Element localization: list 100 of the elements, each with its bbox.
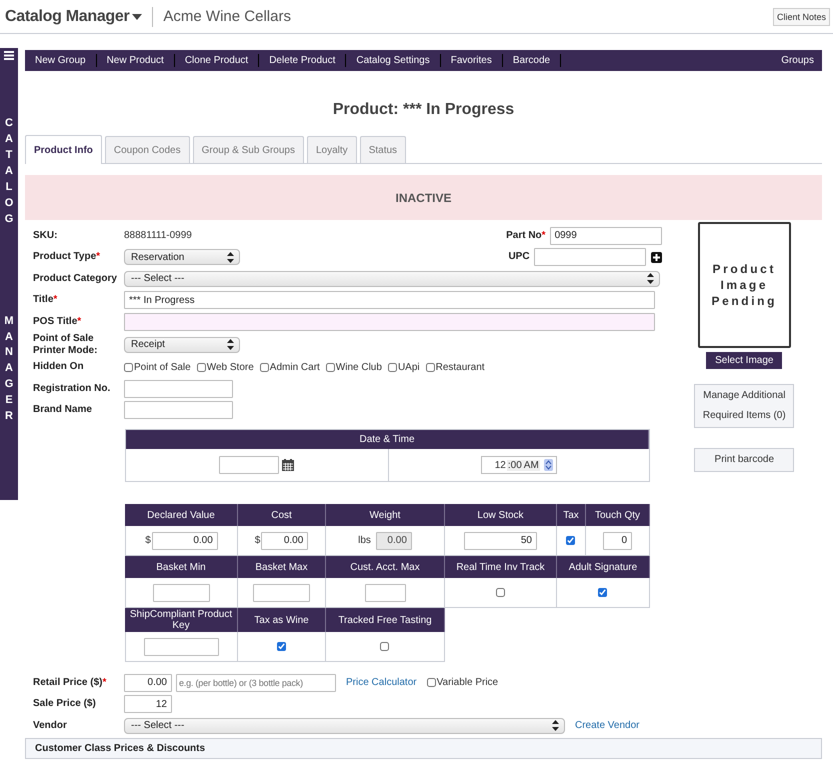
menu-icon[interactable] [4, 51, 14, 60]
checkbox[interactable] [326, 362, 335, 372]
column-header: Adult Signature [557, 556, 650, 578]
select-image-button[interactable]: Select Image [706, 352, 782, 369]
page-title: Product: *** In Progress [332, 101, 516, 119]
toolbar-item[interactable]: Barcode [502, 54, 562, 67]
column-header: Weight [326, 504, 445, 526]
toolbar-item[interactable]: Delete Product [259, 54, 346, 67]
checkbox[interactable] [566, 536, 575, 545]
updown-icon [227, 339, 234, 350]
sidebar[interactable]: CATALOG MANAGER [0, 48, 18, 500]
tab[interactable]: Product Info [25, 135, 102, 164]
toolbar-item[interactable]: New Group [31, 54, 97, 67]
input-field[interactable] [124, 401, 233, 420]
toolbar-item[interactable]: Catalog Settings [346, 54, 441, 67]
field-label: Part No* [506, 230, 546, 242]
checkbox[interactable] [598, 588, 607, 597]
calendar-icon[interactable] [282, 459, 294, 471]
field-label: POS Title* [32, 316, 82, 328]
column-header: Low Stock [445, 504, 557, 526]
input-field[interactable] [124, 380, 233, 398]
field-label: UPC [508, 251, 530, 264]
input-field[interactable]: 0999 [550, 226, 662, 245]
currency-symbol: $ [254, 535, 260, 546]
column-header: Touch Qty [586, 504, 650, 526]
sku-value: 88881111-0999 [124, 230, 192, 242]
add-icon[interactable] [650, 252, 662, 263]
table-header: Date & Time [126, 430, 649, 449]
input-field[interactable]: 0.00 [261, 532, 308, 550]
column-header: Cust. Acct. Max [326, 556, 445, 578]
input-field[interactable] [534, 248, 646, 266]
checkbox[interactable] [388, 362, 397, 372]
updown-icon [647, 273, 654, 284]
field-label: Brand Name [32, 404, 93, 416]
client-notes-button[interactable]: Client Notes [772, 8, 830, 26]
checkbox-label: Web Store [206, 362, 254, 373]
dropdown[interactable]: Receipt [124, 336, 240, 352]
column-header: Tax [557, 504, 586, 526]
spinner-icon[interactable] [544, 459, 553, 471]
checkbox-label: UApi [398, 362, 420, 373]
tab[interactable]: Group & Sub Groups [192, 136, 304, 163]
toolbar-item[interactable]: New Product [96, 54, 175, 67]
time-field[interactable]: 12 :00 AM [480, 456, 557, 474]
toolbar-item[interactable]: Clone Product [174, 54, 260, 67]
checkbox[interactable] [426, 678, 436, 688]
app-title[interactable]: Catalog Manager [5, 8, 130, 26]
checkbox[interactable] [380, 642, 389, 651]
checkbox-label: Wine Club [336, 362, 382, 373]
field-label: SKU: [32, 230, 58, 242]
create-vendor-link[interactable]: Create Vendor [575, 720, 640, 732]
checkbox[interactable] [260, 362, 269, 372]
column-header: Declared Value [125, 504, 238, 526]
input-field[interactable]: 0.00 [152, 532, 218, 550]
input-field[interactable] [253, 584, 310, 602]
field-label: Retail Price ($)* [32, 676, 108, 689]
print-barcode-button[interactable]: Print barcode [694, 448, 794, 472]
image-placeholder-text: Product Image Pending [710, 261, 778, 309]
tab[interactable]: Status [360, 136, 406, 163]
column-header: Cost [238, 504, 326, 526]
checkbox[interactable] [426, 362, 435, 372]
date-field[interactable] [219, 456, 280, 474]
checkbox[interactable] [496, 588, 504, 597]
checkbox[interactable] [196, 362, 206, 372]
field-label: Hidden On [32, 361, 85, 374]
field-label: Title* [32, 294, 58, 306]
updown-icon [227, 252, 234, 263]
section-header[interactable]: Customer Class Prices & Discounts [25, 738, 822, 758]
manage-items-button[interactable]: Manage Additional Required Items (0) [694, 384, 794, 428]
dropdown[interactable]: --- Select --- [124, 270, 660, 287]
field-label: Product Category [32, 272, 118, 285]
status-banner: INACTIVE [25, 175, 822, 220]
tab[interactable]: Coupon Codes [104, 136, 190, 163]
input-field[interactable] [364, 584, 406, 602]
dropdown[interactable]: --- Select --- [124, 718, 565, 734]
unit-label: lbs [358, 535, 371, 546]
input-field[interactable]: e.g. (per bottle) or (3 bottle pack) [176, 674, 336, 692]
input-field[interactable]: 0 [603, 532, 632, 550]
input-field[interactable]: *** In Progress [124, 291, 655, 310]
field-label: Registration No. [32, 382, 112, 395]
input-field[interactable] [144, 638, 219, 656]
checkbox-label: Point of Sale [134, 362, 191, 373]
input-field[interactable]: 50 [464, 532, 537, 550]
price-calculator-link[interactable]: Price Calculator [346, 677, 417, 688]
input-field[interactable]: 12 [124, 695, 172, 714]
checkbox[interactable] [276, 642, 286, 651]
toolbar-item[interactable]: Groups [781, 55, 816, 66]
field-label: Sale Price ($) [32, 698, 97, 710]
column-header: Real Time Inv Track [445, 556, 557, 578]
column-header: Basket Min [125, 556, 238, 578]
input-field[interactable] [124, 312, 655, 331]
input-field[interactable] [153, 584, 210, 602]
caret-icon[interactable] [132, 14, 142, 20]
checkbox-label: Variable Price [436, 677, 498, 688]
input-field[interactable]: 0.00 [124, 674, 172, 692]
toolbar-item[interactable]: Favorites [440, 54, 503, 67]
column-header: Tax as Wine [238, 608, 326, 632]
tab[interactable]: Loyalty [307, 136, 357, 163]
updown-icon [552, 720, 559, 732]
checkbox[interactable] [124, 362, 133, 372]
dropdown[interactable]: Reservation [124, 249, 240, 266]
